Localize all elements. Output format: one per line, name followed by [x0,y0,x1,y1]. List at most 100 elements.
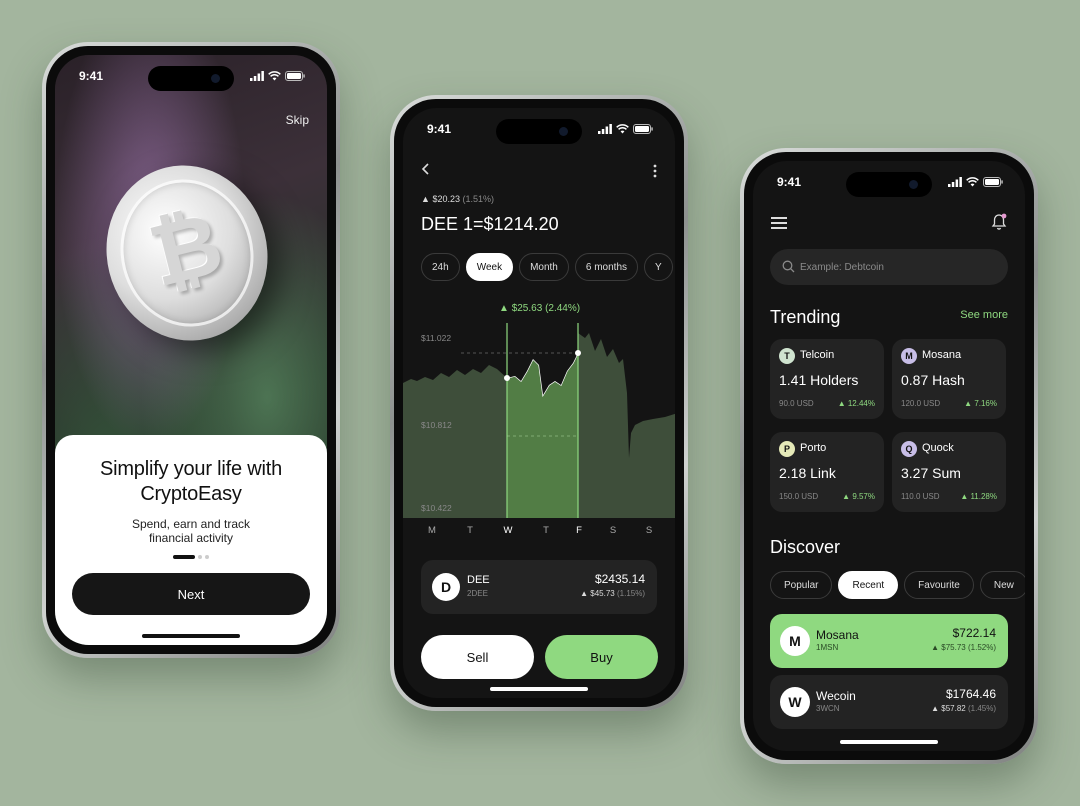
holding-delta: ▲ $45.73 (1.15%) [580,589,645,598]
price-title: DEE 1=$1214.20 [421,214,559,234]
trending-name: Quock [922,442,954,454]
up-triangle-icon: ▲ [580,589,589,598]
holding-row[interactable]: D DEE 2DEE $2435.14 ▲ $45.73 (1.15%) [421,560,657,614]
y-tick-mid: $10.812 [421,420,452,430]
x-tick: M [428,525,436,533]
onboarding-card: Simplify your life with CryptoEasy Spend… [55,435,327,645]
wifi-icon [966,177,979,187]
home-indicator [142,634,240,638]
home-indicator [840,740,938,744]
status-icons [948,177,1003,187]
up-triangle-icon: ▲ [931,704,940,713]
signal-icon [948,177,962,187]
buy-button[interactable]: Buy [545,635,658,679]
home-screen: 9:41 Trending See more T Telcoin 1.41 Ho… [753,161,1025,751]
onboarding-subtitle: Spend, earn and track financial activity [131,517,251,545]
status-time: 9:41 [777,175,802,189]
price-change: ▲ $20.23 (1.51%) [421,194,494,204]
x-tick: F [576,525,582,533]
phone-home: 9:41 Trending See more T Telcoin 1.41 Ho… [740,148,1038,764]
home-indicator [490,687,588,691]
signal-icon [598,124,612,134]
discover-row[interactable]: W Wecoin 3WCN $1764.46 ▲ $57.82 (1.45%) [770,675,1008,729]
filter-recent[interactable]: Recent [838,571,899,599]
trending-card[interactable]: M Mosana 0.87 Hash 120.0 USD ▲ 7.16% [892,339,1006,419]
range-year[interactable]: Y [644,253,673,281]
range-24h[interactable]: 24h [421,253,460,281]
mosana-logo-icon: M [901,348,917,364]
trending-usd: 110.0 USD [901,492,940,501]
mosana-coin-icon: M [780,626,810,656]
discover-row[interactable]: M Mosana 1MSN $722.14 ▲ $75.73 (1.52%) [770,614,1008,668]
discover-filters: Popular Recent Favourite New [770,571,1025,599]
onboarding-title: Simplify your life with CryptoEasy [99,458,283,505]
discover-price: $722.14 [952,626,996,640]
trending-change: ▲ 12.44% [838,399,875,408]
area-left [403,365,507,518]
area-right [578,333,675,518]
range-6-months[interactable]: 6 months [574,253,639,281]
trending-card[interactable]: Q Quock 3.27 Sum 110.0 USD ▲ 11.28% [892,432,1006,512]
porto-logo-icon: P [779,441,795,457]
up-triangle-icon: ▲ [931,643,940,652]
status-bar: 9:41 [403,122,675,138]
coin-detail-screen: 9:41 ▲ $20.23 (1.51%) DEE 1=$1214.20 24h… [403,108,675,698]
discover-symbol: 3WCN [816,704,840,713]
battery-icon [983,177,1003,187]
up-triangle-icon: ▲ [964,399,975,408]
hamburger-menu-icon[interactable] [771,217,787,229]
page-dot [198,555,202,559]
status-time: 9:41 [79,69,104,83]
search-bar [770,249,1008,285]
point-end [575,350,581,356]
search-input[interactable] [800,249,1000,285]
trending-change-value: 12.44% [847,399,875,408]
telcoin-logo-icon: T [779,348,795,364]
x-axis: M T W T F S S [428,525,652,533]
highlight-label: ▲ $25.63 (2.44%) [499,303,580,314]
trending-change: ▲ 9.57% [842,492,875,501]
wecoin-coin-icon: W [780,687,810,717]
trending-name: Mosana [922,349,962,361]
phone-coin-detail: 9:41 ▲ $20.23 (1.51%) DEE 1=$1214.20 24h… [390,95,688,711]
filter-favourite[interactable]: Favourite [904,571,974,599]
see-more-link[interactable]: See more [960,309,1008,321]
trending-value: 0.87 Hash [901,372,965,388]
status-icons [598,124,653,134]
sell-button[interactable]: Sell [421,635,534,679]
filter-popular[interactable]: Popular [770,571,833,599]
status-icons [250,71,305,81]
holding-symbol: 2DEE [467,589,488,598]
discover-title: Discover [770,537,841,557]
point-start [504,375,510,381]
trending-usd: 150.0 USD [779,492,819,501]
phone-bezel: 9:41 Trending See more T Telcoin 1.41 Ho… [744,152,1034,760]
filter-new[interactable]: New [979,571,1025,599]
battery-icon [285,71,305,81]
trending-title: Trending [770,307,841,327]
dash-coin-icon: D [432,573,460,601]
bell-notification-icon[interactable] [991,213,1007,231]
price-chart[interactable]: ▲ $25.63 (2.44%) $11.022 $10.812 $10.422… [403,293,675,533]
up-triangle-icon: ▲ [842,492,853,501]
holding-name: DEE [467,574,490,586]
phone-onboarding: ₿ 9:41 Skip Simplify your life with Cryp… [42,42,340,658]
back-arrow-icon[interactable] [421,162,431,176]
x-tick: T [467,525,473,533]
next-button[interactable]: Next [72,573,310,615]
skip-link[interactable]: Skip [286,113,309,127]
status-time: 9:41 [427,122,452,136]
trending-card[interactable]: P Porto 2.18 Link 150.0 USD ▲ 9.57% [770,432,884,512]
page-dot [205,555,209,559]
x-tick: T [543,525,549,533]
x-tick: W [504,525,513,533]
range-month[interactable]: Month [519,253,569,281]
trending-card[interactable]: T Telcoin 1.41 Holders 90.0 USD ▲ 12.44% [770,339,884,419]
trending-usd: 120.0 USD [901,399,941,408]
trending-value: 1.41 Holders [779,372,859,388]
discover-symbol: 1MSN [816,643,839,652]
search-icon [782,260,795,273]
trending-name: Telcoin [800,349,835,361]
more-vertical-icon[interactable] [653,164,657,178]
range-week[interactable]: Week [465,253,514,281]
